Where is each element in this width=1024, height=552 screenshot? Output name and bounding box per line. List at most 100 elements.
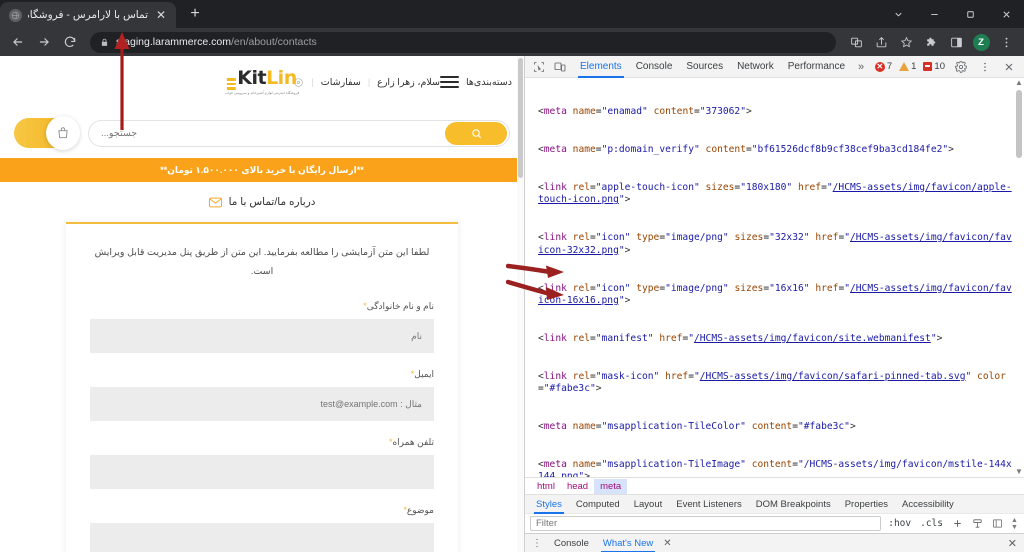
hover-state-button[interactable]: :hov xyxy=(886,518,913,529)
styles-tab-styles[interactable]: Styles xyxy=(529,495,569,514)
devtools-tab-performance[interactable]: Performance xyxy=(781,56,852,78)
code-line[interactable]: <meta name="msapplication-TileColor" con… xyxy=(538,421,1012,434)
translate-icon[interactable] xyxy=(844,30,868,54)
message-count[interactable]: 10 xyxy=(921,61,947,72)
code-line[interactable]: <link rel="icon" type="image/png" sizes=… xyxy=(538,232,1012,257)
drawer-tab-close-icon[interactable]: ✕ xyxy=(660,538,671,549)
reload-button[interactable] xyxy=(58,30,82,54)
elements-scrollbar-thumb[interactable] xyxy=(1016,90,1022,158)
chrome-menu-icon[interactable] xyxy=(994,30,1018,54)
gear-icon[interactable] xyxy=(950,57,971,77)
device-toolbar-icon[interactable] xyxy=(549,57,570,77)
code-line[interactable]: <meta name="msapplication-TileImage" con… xyxy=(538,459,1012,477)
breadcrumb-meta[interactable]: meta xyxy=(594,478,628,494)
field-fullname-label: نام و نام خانوادگی* xyxy=(90,301,434,312)
close-tab-icon[interactable]: ✕ xyxy=(154,8,168,22)
email-input[interactable] xyxy=(90,387,434,422)
page-scrollbar[interactable] xyxy=(517,56,524,552)
toolbar-icon-group: Z xyxy=(844,30,1018,54)
warning-count[interactable]: 1 xyxy=(897,61,918,72)
styles-filter-input[interactable] xyxy=(530,516,882,531)
share-icon[interactable] xyxy=(869,30,893,54)
styles-tab-dom-breakpoints[interactable]: DOM Breakpoints xyxy=(749,495,838,514)
field-subject-label: موضوع* xyxy=(90,505,434,516)
forward-button[interactable] xyxy=(32,30,56,54)
devtools-drawer: ⋮ Console What's New ✕ ✕ xyxy=(525,533,1024,552)
styles-tab-accessibility[interactable]: Accessibility xyxy=(895,495,961,514)
search-submit-button[interactable] xyxy=(445,121,507,145)
logo-tagline: فروشگاه اینترنتی لوازم آشپزخانه و سرویس … xyxy=(224,90,300,95)
element-classes-button[interactable]: .cls xyxy=(918,518,945,529)
computed-sidebar-icon[interactable] xyxy=(970,516,985,531)
minimize-window-icon[interactable] xyxy=(916,0,952,28)
code-line[interactable]: <link rel="manifest" href="/HCMS-assets/… xyxy=(538,333,1012,346)
code-line[interactable]: <meta name="p:domain_verify" content="bf… xyxy=(538,144,1012,157)
mobile-input[interactable] xyxy=(90,455,434,490)
scroll-down-arrow[interactable]: ▼ xyxy=(1014,467,1024,477)
code-line[interactable]: <meta name="enamad" content="373062"> xyxy=(538,106,1012,119)
page-scrollbar-thumb[interactable] xyxy=(518,58,523,178)
search-box[interactable] xyxy=(88,119,510,147)
devtools-elements-tree[interactable]: <meta name="enamad" content="373062"> <m… xyxy=(525,78,1024,477)
subject-input[interactable] xyxy=(90,523,434,552)
inspect-element-icon[interactable] xyxy=(528,57,549,77)
maximize-window-icon[interactable] xyxy=(952,0,988,28)
devtools-toolbar: Elements Console Sources Network Perform… xyxy=(525,56,1024,78)
styles-tab-event-listeners[interactable]: Event Listeners xyxy=(669,495,748,514)
promo-banner: **ارسال رایگان با خرید بالای ۱.۵۰۰.۰۰۰ ت… xyxy=(0,158,524,182)
add-style-rule-icon[interactable] xyxy=(950,516,965,531)
more-options-icon[interactable] xyxy=(974,57,995,77)
tabstrip: تماس با لارامرس - فروشگاه اینترنتی ✕ + xyxy=(0,0,208,28)
bookmark-star-icon[interactable] xyxy=(894,30,918,54)
drawer-tab-console[interactable]: Console xyxy=(547,534,596,552)
code-line[interactable]: <link rel="mask-icon" href="/HCMS-assets… xyxy=(538,371,1012,396)
more-tools-icon[interactable]: ⋮ xyxy=(530,538,547,549)
elements-scrollbar[interactable]: ▲ ▼ xyxy=(1014,78,1024,477)
scroll-up-arrow[interactable]: ▲ xyxy=(1014,78,1024,88)
toggle-sidebar-icon[interactable] xyxy=(990,516,1005,531)
field-email: ایمیل* xyxy=(90,369,434,422)
address-bar[interactable]: staging.larammerce.com/en/about/contacts xyxy=(90,31,836,53)
styles-tab-computed[interactable]: Computed xyxy=(569,495,627,514)
logo-line-text: Lin xyxy=(266,66,297,89)
side-panel-icon[interactable] xyxy=(944,30,968,54)
categories-menu-button[interactable]: دسته‌بندی‌ها xyxy=(440,76,512,88)
close-window-icon[interactable] xyxy=(988,0,1024,28)
breadcrumb-html[interactable]: html xyxy=(531,479,561,494)
styles-tab-properties[interactable]: Properties xyxy=(838,495,895,514)
cart-button[interactable] xyxy=(14,116,80,150)
site-logo[interactable]: KitLin فروشگاه اینترنتی لوازم آشپزخانه و… xyxy=(224,66,300,96)
elements-code: <meta name="enamad" content="373062"> <m… xyxy=(525,81,1024,477)
profile-avatar[interactable]: Z xyxy=(969,30,993,54)
error-icon: ✕ xyxy=(874,61,885,72)
field-fullname: نام و نام خانوادگی* xyxy=(90,301,434,354)
devtools-more-tabs-icon[interactable]: » xyxy=(852,61,870,73)
fullname-input[interactable] xyxy=(90,319,434,354)
orders-link[interactable]: سفارشات xyxy=(321,77,361,88)
devtools-tab-sources[interactable]: Sources xyxy=(679,56,730,78)
devtools-tab-console[interactable]: Console xyxy=(629,56,680,78)
search-input[interactable] xyxy=(101,127,445,139)
header-account-group: سلام، زهرا زارع | سفارشات | xyxy=(293,77,440,88)
field-subject-label-text: موضوع xyxy=(406,505,434,516)
styles-tab-layout[interactable]: Layout xyxy=(627,495,670,514)
close-devtools-icon[interactable] xyxy=(998,57,1019,77)
code-line[interactable]: <link rel="apple-touch-icon" sizes="180x… xyxy=(538,182,1012,207)
shopping-bag-icon[interactable] xyxy=(46,116,80,150)
styles-scroll-arrows[interactable]: ▲ ▼ xyxy=(1010,516,1019,531)
browser-tab[interactable]: تماس با لارامرس - فروشگاه اینترنتی ✕ xyxy=(0,2,176,28)
browser-window: تماس با لارامرس - فروشگاه اینترنتی ✕ + xyxy=(0,0,1024,552)
devtools-tab-elements[interactable]: Elements xyxy=(573,56,629,78)
chevron-down-icon[interactable] xyxy=(880,0,916,28)
drawer-close-icon[interactable]: ✕ xyxy=(1008,537,1019,550)
extensions-puzzle-icon[interactable] xyxy=(919,30,943,54)
drawer-tab-whats-new[interactable]: What's New xyxy=(596,534,660,552)
breadcrumb-head[interactable]: head xyxy=(561,479,594,494)
styles-filter-row: :hov .cls ▲▼ xyxy=(525,513,1024,533)
new-tab-button[interactable]: + xyxy=(182,1,208,27)
back-button[interactable] xyxy=(6,30,30,54)
devtools-tab-network[interactable]: Network xyxy=(730,56,781,78)
field-mobile-label-text: تلفن همراه xyxy=(392,437,434,448)
code-line[interactable]: <link rel="icon" type="image/png" sizes=… xyxy=(538,283,1012,308)
error-count[interactable]: ✕ 7 xyxy=(873,61,894,72)
